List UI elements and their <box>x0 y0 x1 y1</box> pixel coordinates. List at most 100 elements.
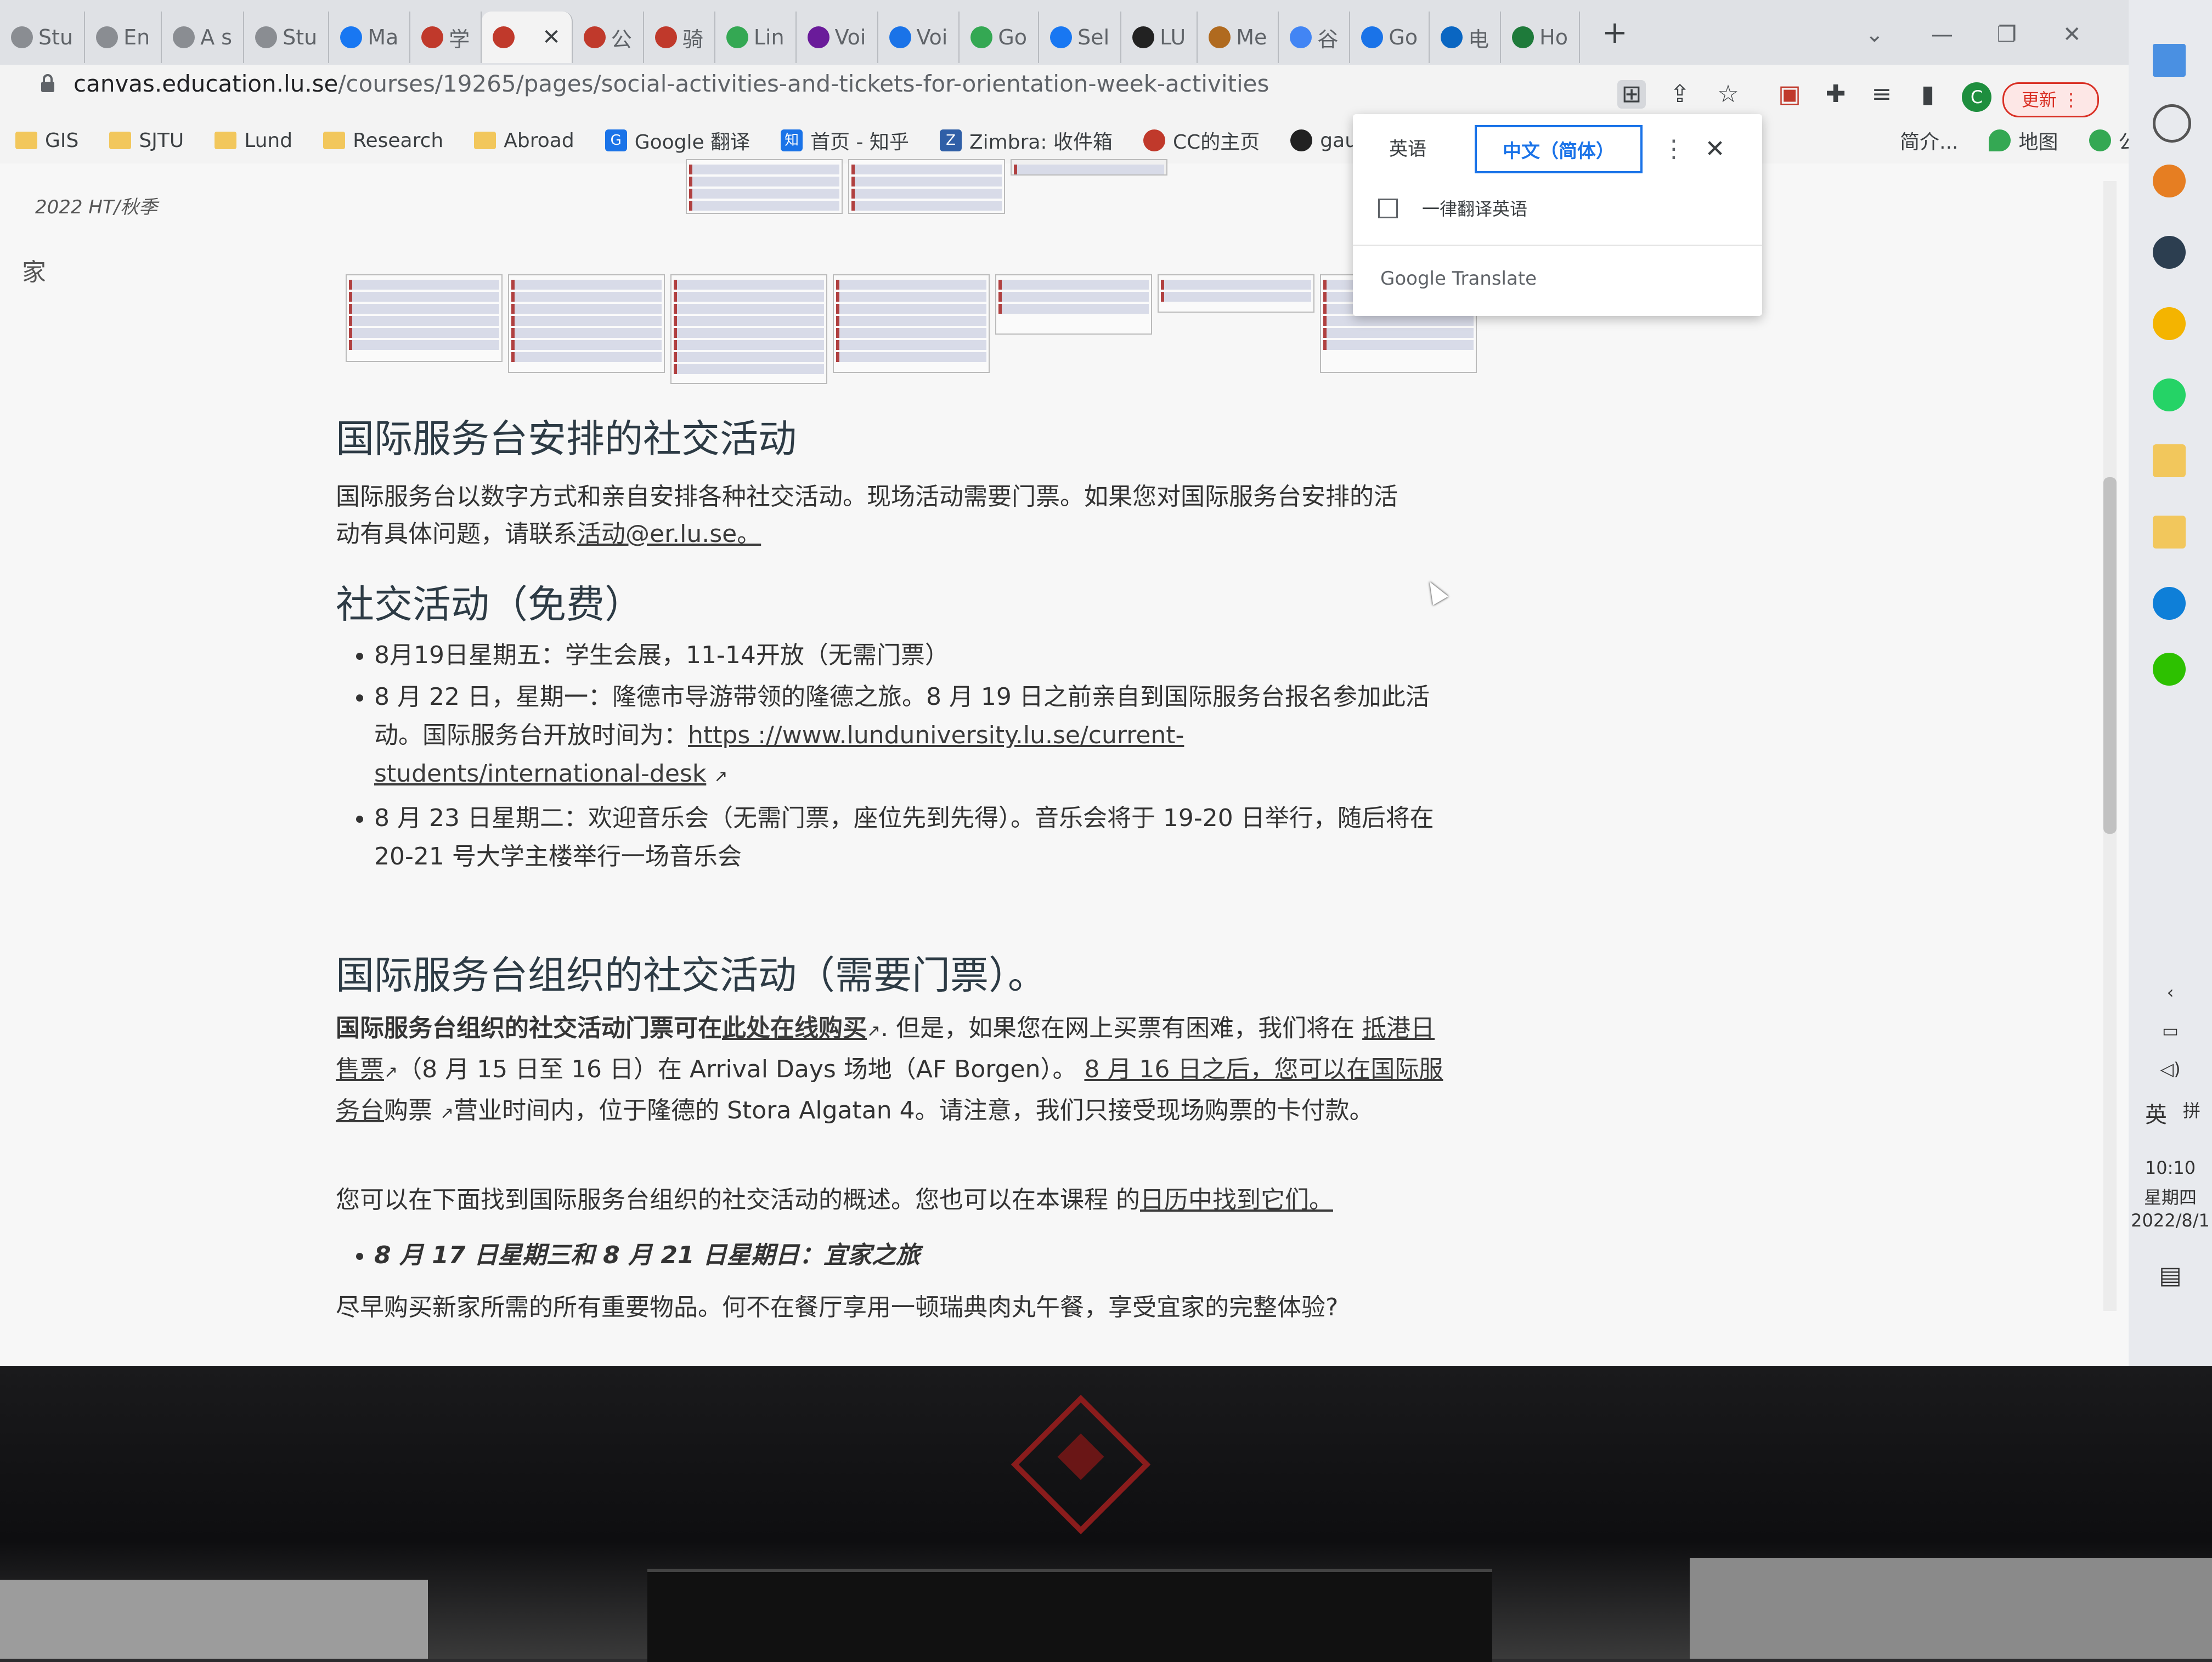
ime-language-indicator[interactable]: 英 <box>2145 1097 2178 1129</box>
app-icon[interactable] <box>2153 236 2186 269</box>
reading-list-icon[interactable]: ≡ <box>1867 80 1896 109</box>
profile-avatar[interactable]: C <box>1962 82 1991 112</box>
bookmark-sjtu[interactable]: SJTU <box>94 129 199 152</box>
orientation-calendar-image <box>346 159 1481 384</box>
extension-badge-icon[interactable]: ▣ <box>1775 80 1804 109</box>
translate-target-tab[interactable]: 中文（简体） <box>1475 125 1643 173</box>
windows-taskbar: ‹ ▭ ◁) 英 拼 10:10 星期四 2022/8/1 ▤ <box>2129 0 2212 1366</box>
bookmark-cc[interactable]: CC的主页 <box>1128 126 1275 155</box>
tab-3[interactable]: A s <box>162 12 245 63</box>
screen: Stu En A s Stu Ma 学 ✕ 公 骑 Lin Voi Voi Go… <box>0 0 2212 1366</box>
tab-19[interactable]: 电 <box>1430 12 1502 63</box>
bookmark-google-translate[interactable]: G Google 翻译 <box>590 126 765 155</box>
zhihu-icon: 知 <box>781 129 803 151</box>
tab-12[interactable]: Voi <box>878 12 960 63</box>
chevron-left-icon[interactable]: ‹ <box>2129 982 2212 1003</box>
tab-18[interactable]: Go <box>1350 12 1430 63</box>
translate-icon <box>889 26 911 48</box>
window-close-icon[interactable]: ✕ <box>2063 22 2081 47</box>
tab-15[interactable]: LU <box>1121 12 1198 63</box>
tab-9[interactable]: 骑 <box>644 12 715 63</box>
tab-label: Lin <box>753 25 785 49</box>
download-folder-icon[interactable] <box>2153 516 2186 549</box>
tab-label: Ho <box>1539 25 1568 49</box>
ikea-trip-heading: 8 月 17 日星期三和 8 月 21 日星期日：宜家之旅 <box>374 1236 1499 1275</box>
scrollbar-thumb[interactable] <box>2103 477 2117 834</box>
refresh-icon <box>2089 129 2111 151</box>
tab-10[interactable]: Lin <box>715 12 797 63</box>
calendar-link[interactable]: 日历中找到它们。 <box>1140 1186 1333 1214</box>
volume-icon[interactable]: ◁) <box>2129 1059 2212 1079</box>
url-field[interactable]: canvas.education.lu.se/courses/19265/pag… <box>74 70 1269 97</box>
always-translate-checkbox[interactable] <box>1378 199 1398 218</box>
new-tab-button[interactable]: + <box>1580 15 1650 50</box>
bookmark-label: GIS <box>45 129 79 152</box>
bookmark-zimbra[interactable]: Z Zimbra: 收件箱 <box>924 126 1128 155</box>
edge-icon[interactable] <box>2153 587 2186 620</box>
bookmark-map[interactable]: 地图 <box>1973 126 2073 155</box>
bookmark-zhihu[interactable]: 知首页 - 知乎 <box>765 126 924 155</box>
tab-4[interactable]: Stu <box>244 12 330 63</box>
update-button[interactable]: 更新 ⋮ <box>2002 82 2099 117</box>
whatsapp-icon[interactable] <box>2153 378 2186 411</box>
translate-source-tab[interactable]: 英语 <box>1369 125 1446 173</box>
bookmark-gis[interactable]: GIS <box>0 129 94 152</box>
tab-11[interactable]: Voi <box>797 12 878 63</box>
network-icon[interactable]: ▭ <box>2129 1020 2212 1041</box>
file-explorer-icon[interactable] <box>2153 444 2186 477</box>
bookmark-label: Lund <box>244 129 293 152</box>
bookmark-star-icon[interactable]: ☆ <box>1714 80 1742 109</box>
tickets-text-3: 购票 <box>384 1096 432 1124</box>
canvas-icon <box>421 26 444 48</box>
notification-icon[interactable]: ▤ <box>2129 1262 2212 1290</box>
tab-label: Voi <box>834 25 866 49</box>
minimize-icon[interactable]: — <box>1931 22 1953 47</box>
email-link[interactable]: 活动@er.lu.se。 <box>577 520 761 548</box>
share-icon[interactable]: ⇪ <box>1666 80 1694 109</box>
close-tab-icon[interactable]: ✕ <box>542 25 561 50</box>
bookmark-lund[interactable]: Lund <box>199 129 308 152</box>
divider <box>1353 245 1762 246</box>
search-icon[interactable] <box>2153 104 2191 143</box>
lock-icon[interactable] <box>40 74 56 93</box>
tab-label: Go <box>998 25 1028 49</box>
url-path: /courses/19265/pages/social-activities-a… <box>338 70 1269 97</box>
tab-16[interactable]: Me <box>1198 12 1279 63</box>
page-scrollbar[interactable] <box>2103 181 2117 1311</box>
more-options-icon[interactable]: ⋮ <box>1660 125 1688 173</box>
clock-time[interactable]: 10:10 <box>2129 1157 2212 1178</box>
chrome-icon[interactable] <box>2153 307 2186 340</box>
list-item: 8 月 22 日，星期一：隆德市导游带领的隆德之旅。8 月 19 日之前亲自到国… <box>374 678 1449 796</box>
tab-17[interactable]: 谷 <box>1279 12 1351 63</box>
wechat-icon[interactable] <box>2153 653 2186 686</box>
buy-online-link[interactable]: 此处在线购买 <box>722 1014 867 1042</box>
tab-search-icon[interactable]: ⌄ <box>1865 22 1884 47</box>
external-link-icon: ↗ <box>714 767 728 786</box>
tab-20[interactable]: Ho <box>1501 12 1580 63</box>
bookmark-label: 地图 <box>2018 131 2058 154</box>
calendar-day <box>1158 274 1314 313</box>
nav-home[interactable]: 家 <box>22 252 46 287</box>
tab-6[interactable]: 学 <box>410 12 482 63</box>
ime-mode-indicator[interactable]: 拼 <box>2178 1097 2205 1122</box>
close-icon[interactable]: ✕ <box>1699 125 1731 173</box>
list-item: 8 月 23 日星期二：欢迎音乐会（无需门票，座位先到先得）。音乐会将于 19-… <box>374 799 1449 876</box>
tab-14[interactable]: Sel <box>1039 12 1122 63</box>
translate-page-icon[interactable]: ⊞ <box>1617 80 1646 109</box>
tab-13[interactable]: Go <box>960 12 1040 63</box>
restore-icon[interactable]: ❐ <box>1997 22 2017 47</box>
tab-active[interactable]: ✕ <box>482 12 573 63</box>
tab-8[interactable]: 公 <box>573 12 644 63</box>
bookmark-abroad[interactable]: Abroad <box>459 129 589 152</box>
tab-2[interactable]: En <box>85 12 162 63</box>
bookmark-research[interactable]: Research <box>308 129 459 152</box>
tab-1[interactable]: Stu <box>0 12 86 63</box>
search-app-icon[interactable] <box>2153 165 2186 197</box>
side-panel-icon[interactable]: ▮ <box>1914 80 1942 109</box>
extensions-puzzle-icon[interactable]: ✚ <box>1821 80 1850 109</box>
tab-5[interactable]: Ma <box>329 12 411 63</box>
bookmark-intro[interactable]: 简介... <box>1884 126 1973 155</box>
overview-paragraph: 您可以在下面找到国际服务台组织的社交活动的概述。您也可以在本课程 的日历中找到它… <box>336 1182 1444 1219</box>
calendar-day <box>508 274 665 373</box>
windows-start-icon[interactable] <box>2153 44 2186 77</box>
